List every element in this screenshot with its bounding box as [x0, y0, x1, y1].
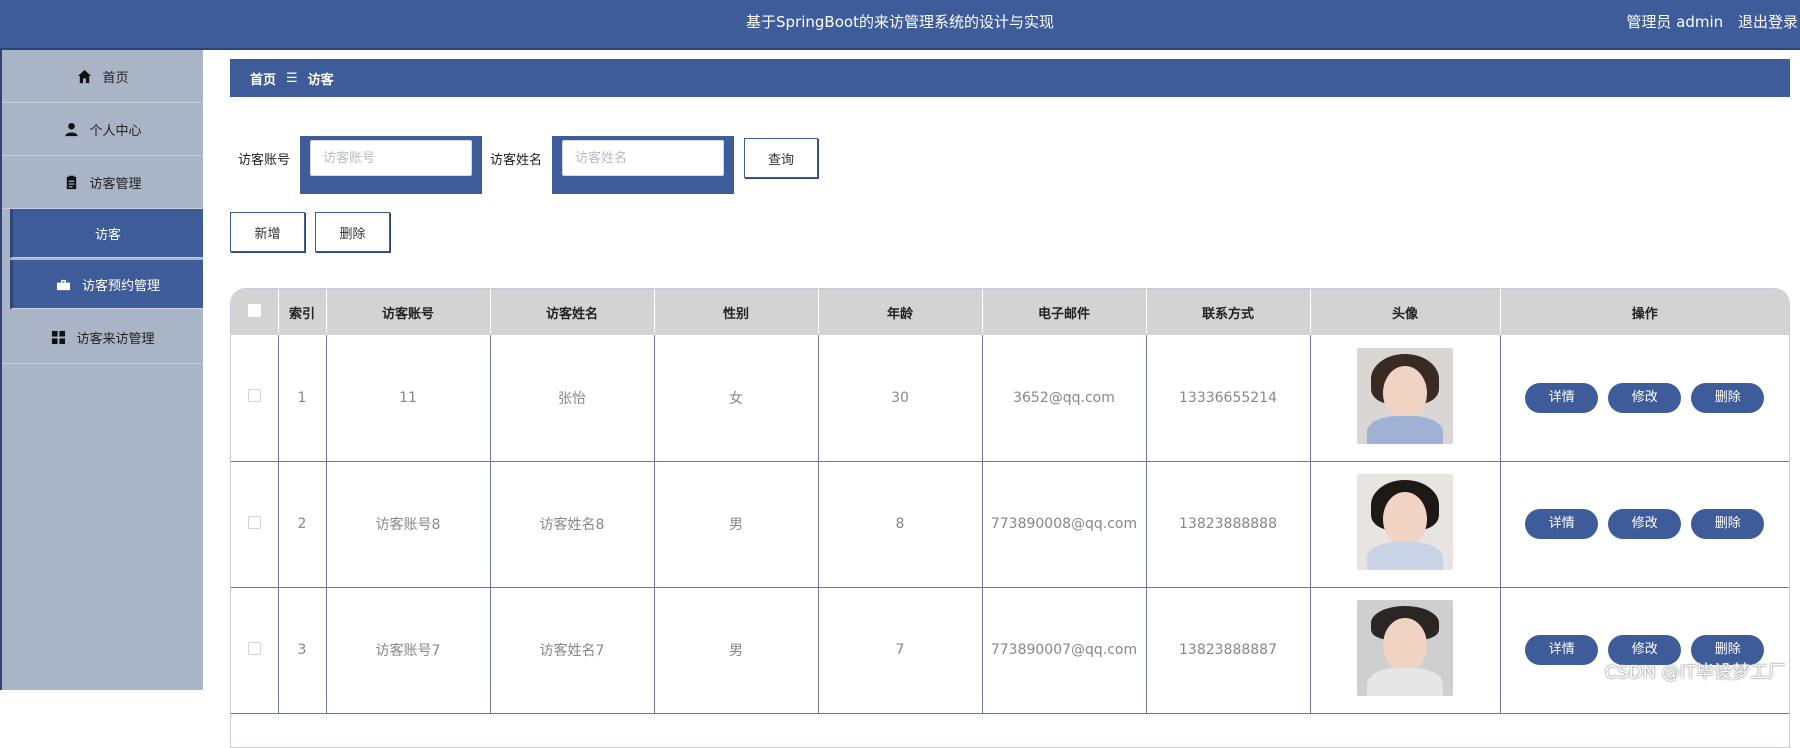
select-all-cell	[231, 289, 278, 335]
avatar-image	[1357, 348, 1453, 444]
account-search-input[interactable]	[310, 140, 472, 176]
main-content: 首页 ☰ 访客 访客账号 访客姓名 查询 新增 删除 索引	[203, 50, 1800, 690]
cell-phone: 13336655214	[1146, 335, 1310, 461]
table-row: 3 访客账号7 访客姓名7 男 7 773890007@qq.com 13823…	[231, 587, 1789, 713]
detail-button[interactable]: 详情	[1525, 383, 1598, 413]
sidebar-item-home[interactable]: 首页	[2, 50, 203, 103]
edit-button[interactable]: 修改	[1608, 383, 1681, 413]
sidebar-item-visit-records[interactable]: 访客来访管理	[2, 311, 203, 364]
cell-age: 7	[818, 587, 982, 713]
cell-index: 2	[278, 461, 326, 587]
breadcrumb: 首页 ☰ 访客	[230, 59, 1790, 97]
sidebar-item-profile[interactable]: 个人中心	[2, 103, 203, 156]
account-input-wrap	[300, 136, 482, 194]
logout-button[interactable]: 退出登录	[1738, 13, 1798, 31]
table-header-row: 索引 访客账号 访客姓名 性别 年龄 电子邮件 联系方式 头像 操作	[231, 289, 1789, 335]
cell-age: 30	[818, 335, 982, 461]
column-header: 访客姓名	[490, 289, 654, 335]
sidebar-item-reservation[interactable]: 访客预约管理	[10, 260, 203, 309]
name-label: 访客姓名	[490, 149, 542, 168]
breadcrumb-separator-icon: ☰	[286, 71, 298, 86]
cell-avatar	[1310, 335, 1500, 461]
cell-age: 8	[818, 461, 982, 587]
cell-account: 访客账号8	[326, 461, 490, 587]
breadcrumb-current: 访客	[308, 69, 334, 88]
action-bar: 新增 删除	[230, 212, 400, 252]
avatar-image	[1357, 600, 1453, 696]
column-header: 电子邮件	[982, 289, 1146, 335]
cell-email: 773890008@qq.com	[982, 461, 1146, 587]
cell-gender: 男	[654, 587, 818, 713]
briefcase-icon	[56, 276, 72, 292]
sidebar-item-visitor[interactable]: 访客	[10, 209, 203, 258]
column-header: 性别	[654, 289, 818, 335]
sidebar-item-label: 首页	[102, 67, 128, 86]
cell-avatar	[1310, 461, 1500, 587]
cell-operations: 详情修改删除	[1500, 587, 1789, 713]
batch-delete-button[interactable]: 删除	[315, 212, 390, 252]
row-select-cell	[231, 335, 278, 461]
search-bar: 访客账号 访客姓名 查询	[230, 136, 818, 180]
cell-email: 773890007@qq.com	[982, 587, 1146, 713]
cell-gender: 女	[654, 335, 818, 461]
cell-email: 3652@qq.com	[982, 335, 1146, 461]
user-area: 管理员 admin 退出登录	[1616, 0, 1798, 44]
sidebar-item-visitor-management[interactable]: 访客管理	[2, 156, 203, 209]
column-header: 索引	[278, 289, 326, 335]
row-checkbox[interactable]	[248, 642, 261, 655]
clipboard-icon	[63, 174, 79, 190]
visitor-table: 索引 访客账号 访客姓名 性别 年龄 电子邮件 联系方式 头像 操作 1 11 …	[230, 288, 1790, 748]
column-header: 年龄	[818, 289, 982, 335]
table-row: 1 11 张怡 女 30 3652@qq.com 13336655214 详情修…	[231, 335, 1789, 461]
edit-button[interactable]: 修改	[1608, 509, 1681, 539]
sidebar: 首页 个人中心 访客管理 访客 访客预约管理 访客来访管理	[0, 50, 203, 690]
cell-index: 3	[278, 587, 326, 713]
home-icon	[76, 68, 92, 84]
sidebar-item-label: 访客预约管理	[82, 275, 160, 294]
top-header: 基于SpringBoot的来访管理系统的设计与实现 管理员 admin 退出登录	[0, 0, 1800, 50]
row-checkbox[interactable]	[248, 516, 261, 529]
column-header: 头像	[1310, 289, 1500, 335]
cell-name: 访客姓名7	[490, 587, 654, 713]
name-input-wrap	[552, 136, 734, 194]
detail-button[interactable]: 详情	[1525, 635, 1598, 665]
user-icon	[63, 121, 79, 137]
avatar-image	[1357, 474, 1453, 570]
cell-phone: 13823888887	[1146, 587, 1310, 713]
delete-button[interactable]: 删除	[1691, 509, 1764, 539]
column-header: 联系方式	[1146, 289, 1310, 335]
cell-phone: 13823888888	[1146, 461, 1310, 587]
name-search-input[interactable]	[562, 140, 724, 176]
cell-operations: 详情修改删除	[1500, 461, 1789, 587]
cell-name: 访客姓名8	[490, 461, 654, 587]
column-header: 操作	[1500, 289, 1789, 335]
table-row: 2 访客账号8 访客姓名8 男 8 773890008@qq.com 13823…	[231, 461, 1789, 587]
row-checkbox[interactable]	[248, 389, 261, 402]
user-label: 管理员 admin	[1626, 13, 1723, 31]
sidebar-item-label: 个人中心	[89, 120, 141, 139]
sidebar-item-label: 访客来访管理	[76, 328, 154, 347]
cell-avatar	[1310, 587, 1500, 713]
cell-account: 11	[326, 335, 490, 461]
app-title: 基于SpringBoot的来访管理系统的设计与实现	[0, 0, 1800, 44]
row-select-cell	[231, 587, 278, 713]
query-button[interactable]: 查询	[744, 138, 818, 178]
watermark: CSDN @IT毕设梦工厂	[1605, 658, 1786, 684]
sidebar-item-label: 访客管理	[89, 173, 141, 192]
delete-button[interactable]: 删除	[1691, 383, 1764, 413]
breadcrumb-home[interactable]: 首页	[250, 69, 276, 88]
add-button[interactable]: 新增	[230, 212, 305, 252]
grid-icon	[50, 329, 66, 345]
cell-index: 1	[278, 335, 326, 461]
sidebar-item-label: 访客	[95, 224, 121, 243]
cell-operations: 详情修改删除	[1500, 335, 1789, 461]
column-header: 访客账号	[326, 289, 490, 335]
account-label: 访客账号	[238, 149, 290, 168]
row-select-cell	[231, 461, 278, 587]
cell-gender: 男	[654, 461, 818, 587]
cell-name: 张怡	[490, 335, 654, 461]
detail-button[interactable]: 详情	[1525, 509, 1598, 539]
cell-account: 访客账号7	[326, 587, 490, 713]
select-all-checkbox[interactable]	[248, 304, 261, 317]
